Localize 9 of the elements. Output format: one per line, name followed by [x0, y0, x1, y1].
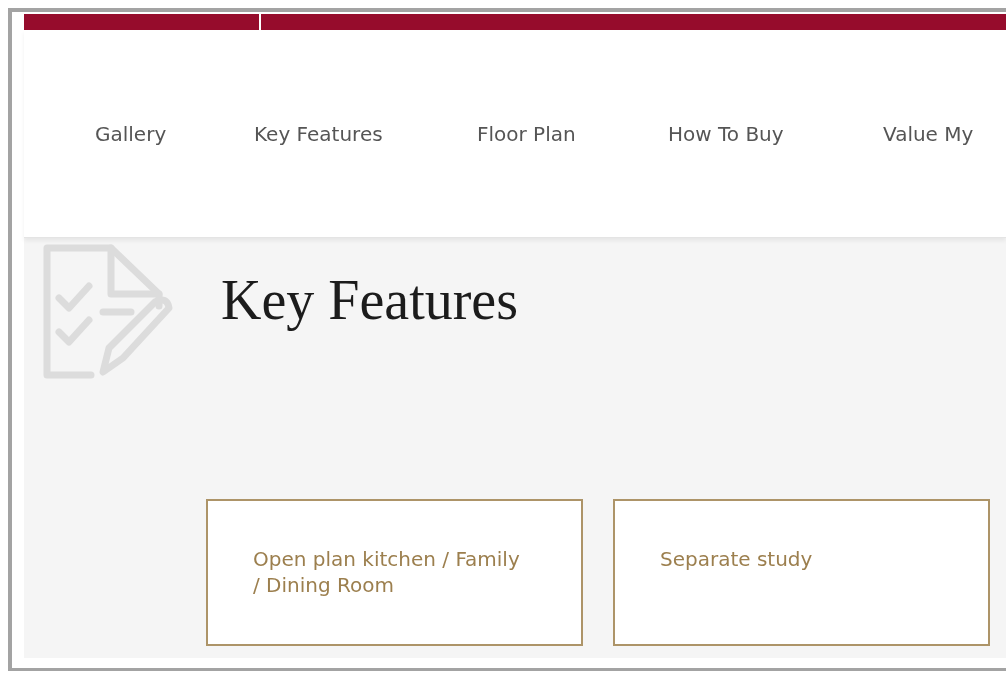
nav-link[interactable]: Floor Plan — [477, 121, 668, 146]
checklist-pencil-icon — [43, 244, 173, 379]
nav-link[interactable]: How To Buy — [668, 121, 883, 146]
feature-text: Open plan kitchen / Family / Dining Room — [253, 546, 521, 598]
section-title: Key Features — [221, 268, 518, 332]
nav-link[interactable]: Key Features — [254, 121, 477, 146]
nav-link[interactable]: Gallery — [95, 121, 254, 146]
feature-text: Separate study — [660, 546, 814, 572]
nav-link[interactable]: Value My — [883, 121, 974, 146]
